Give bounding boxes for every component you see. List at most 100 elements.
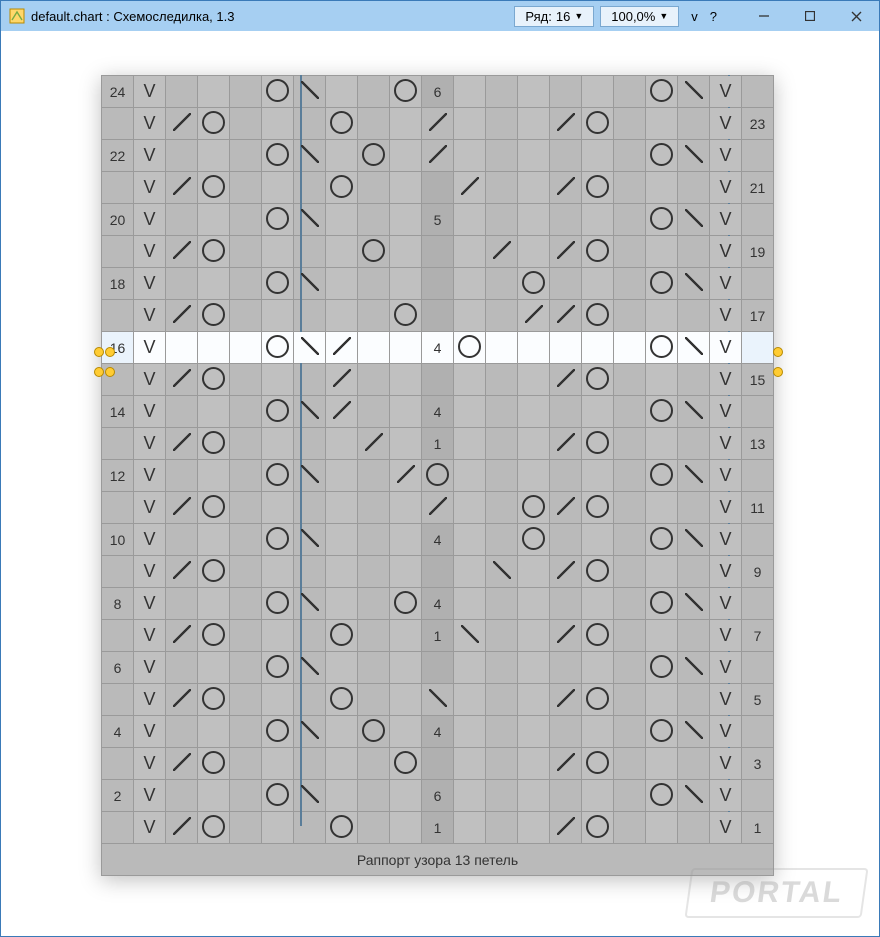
stitch-cell[interactable] bbox=[390, 556, 422, 588]
stitch-cell[interactable] bbox=[678, 460, 710, 492]
stitch-cell[interactable] bbox=[518, 620, 550, 652]
stitch-cell[interactable] bbox=[326, 204, 358, 236]
stitch-cell[interactable] bbox=[518, 460, 550, 492]
stitch-cell[interactable] bbox=[422, 460, 454, 492]
stitch-cell[interactable]: V bbox=[710, 652, 742, 684]
stitch-cell[interactable] bbox=[326, 524, 358, 556]
stitch-cell[interactable] bbox=[166, 556, 198, 588]
close-button[interactable] bbox=[833, 1, 879, 31]
stitch-cell[interactable] bbox=[582, 716, 614, 748]
stitch-cell[interactable] bbox=[646, 428, 678, 460]
stitch-cell[interactable] bbox=[550, 172, 582, 204]
stitch-cell[interactable] bbox=[518, 492, 550, 524]
stitch-cell[interactable] bbox=[230, 108, 262, 140]
stitch-cell[interactable]: V bbox=[710, 396, 742, 428]
stitch-cell[interactable] bbox=[294, 684, 326, 716]
stitch-cell[interactable] bbox=[486, 204, 518, 236]
stitch-cell[interactable] bbox=[390, 588, 422, 620]
stitch-cell[interactable]: 4 bbox=[422, 588, 454, 620]
stitch-cell[interactable] bbox=[486, 396, 518, 428]
stitch-cell[interactable] bbox=[582, 428, 614, 460]
stitch-cell[interactable] bbox=[390, 204, 422, 236]
stitch-cell[interactable] bbox=[454, 204, 486, 236]
chart-row[interactable]: 18VV bbox=[102, 268, 774, 300]
stitch-cell[interactable] bbox=[390, 524, 422, 556]
stitch-cell[interactable] bbox=[518, 684, 550, 716]
stitch-cell[interactable] bbox=[518, 748, 550, 780]
stitch-cell[interactable] bbox=[486, 524, 518, 556]
stitch-cell[interactable] bbox=[230, 492, 262, 524]
stitch-cell[interactable] bbox=[614, 524, 646, 556]
stitch-cell[interactable] bbox=[358, 236, 390, 268]
stitch-cell[interactable] bbox=[390, 780, 422, 812]
stitch-cell[interactable] bbox=[358, 140, 390, 172]
stitch-cell[interactable] bbox=[486, 172, 518, 204]
stitch-cell[interactable] bbox=[550, 268, 582, 300]
stitch-cell[interactable] bbox=[294, 492, 326, 524]
stitch-cell[interactable]: V bbox=[134, 716, 166, 748]
stitch-cell[interactable] bbox=[166, 76, 198, 108]
stitch-cell[interactable] bbox=[454, 396, 486, 428]
stitch-cell[interactable] bbox=[646, 556, 678, 588]
stitch-cell[interactable]: V bbox=[710, 524, 742, 556]
stitch-cell[interactable] bbox=[486, 268, 518, 300]
stitch-cell[interactable] bbox=[294, 748, 326, 780]
stitch-cell[interactable] bbox=[646, 268, 678, 300]
stitch-cell[interactable]: V bbox=[134, 620, 166, 652]
stitch-cell[interactable] bbox=[166, 748, 198, 780]
stitch-cell[interactable] bbox=[454, 140, 486, 172]
stitch-cell[interactable] bbox=[550, 76, 582, 108]
chart-row[interactable]: 16V4V bbox=[102, 332, 774, 364]
stitch-cell[interactable] bbox=[646, 236, 678, 268]
stitch-cell[interactable] bbox=[358, 748, 390, 780]
stitch-cell[interactable] bbox=[166, 524, 198, 556]
stitch-cell[interactable]: V bbox=[134, 396, 166, 428]
stitch-cell[interactable] bbox=[166, 716, 198, 748]
stitch-cell[interactable] bbox=[518, 524, 550, 556]
stitch-cell[interactable] bbox=[486, 620, 518, 652]
stitch-cell[interactable] bbox=[582, 108, 614, 140]
stitch-cell[interactable] bbox=[326, 172, 358, 204]
stitch-cell[interactable] bbox=[454, 492, 486, 524]
stitch-cell[interactable] bbox=[422, 172, 454, 204]
stitch-cell[interactable] bbox=[230, 460, 262, 492]
stitch-cell[interactable] bbox=[550, 204, 582, 236]
stitch-cell[interactable] bbox=[614, 620, 646, 652]
stitch-cell[interactable] bbox=[230, 300, 262, 332]
stitch-cell[interactable]: V bbox=[710, 140, 742, 172]
stitch-cell[interactable] bbox=[486, 76, 518, 108]
stitch-cell[interactable]: V bbox=[134, 556, 166, 588]
stitch-cell[interactable] bbox=[166, 140, 198, 172]
stitch-cell[interactable] bbox=[326, 428, 358, 460]
stitch-cell[interactable] bbox=[390, 652, 422, 684]
stitch-cell[interactable] bbox=[358, 460, 390, 492]
chart-row[interactable]: V1V1 bbox=[102, 812, 774, 844]
stitch-cell[interactable] bbox=[518, 556, 550, 588]
stitch-cell[interactable] bbox=[294, 300, 326, 332]
stitch-cell[interactable]: V bbox=[134, 460, 166, 492]
chart-row[interactable]: VV23 bbox=[102, 108, 774, 140]
stitch-cell[interactable]: V bbox=[710, 332, 742, 364]
chart-row[interactable]: VV5 bbox=[102, 684, 774, 716]
stitch-cell[interactable] bbox=[358, 76, 390, 108]
stitch-cell[interactable] bbox=[358, 812, 390, 844]
stitch-cell[interactable] bbox=[614, 108, 646, 140]
stitch-cell[interactable] bbox=[358, 492, 390, 524]
stitch-cell[interactable]: 4 bbox=[422, 716, 454, 748]
chart-row[interactable]: 20V5V bbox=[102, 204, 774, 236]
stitch-cell[interactable] bbox=[614, 396, 646, 428]
stitch-cell[interactable] bbox=[518, 364, 550, 396]
stitch-cell[interactable] bbox=[230, 780, 262, 812]
stitch-cell[interactable] bbox=[486, 556, 518, 588]
stitch-cell[interactable] bbox=[614, 300, 646, 332]
stitch-cell[interactable] bbox=[614, 652, 646, 684]
stitch-cell[interactable] bbox=[294, 460, 326, 492]
stitch-cell[interactable] bbox=[678, 364, 710, 396]
stitch-cell[interactable] bbox=[262, 588, 294, 620]
stitch-cell[interactable] bbox=[678, 492, 710, 524]
stitch-cell[interactable] bbox=[486, 748, 518, 780]
stitch-cell[interactable] bbox=[294, 268, 326, 300]
stitch-cell[interactable] bbox=[166, 652, 198, 684]
stitch-cell[interactable] bbox=[198, 364, 230, 396]
stitch-cell[interactable]: V bbox=[710, 492, 742, 524]
